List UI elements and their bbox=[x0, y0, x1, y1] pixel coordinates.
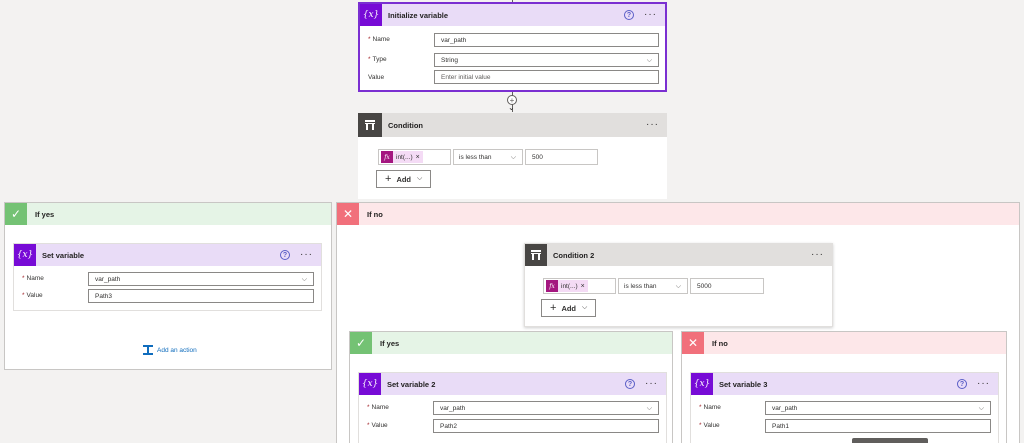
help-icon[interactable]: ? bbox=[625, 379, 635, 389]
nested-if-yes-header[interactable]: ✓ If yes bbox=[350, 332, 672, 354]
chevron-down-icon: ⌵ bbox=[301, 276, 307, 283]
chevron-down-icon: ⌵ bbox=[675, 283, 681, 290]
more-options-icon[interactable]: ··· bbox=[646, 120, 659, 130]
card-title: Set variable bbox=[42, 250, 85, 260]
expression-token[interactable]: fx int(...) × bbox=[381, 151, 423, 163]
type-dropdown[interactable]: String ⌵ bbox=[434, 53, 659, 67]
fx-icon: fx bbox=[546, 280, 558, 292]
name-dropdown[interactable]: var_path ⌵ bbox=[765, 401, 991, 415]
chevron-down-icon: ⌵ bbox=[978, 405, 984, 412]
name-dropdown[interactable]: var_path ⌵ bbox=[433, 401, 659, 415]
if-yes-branch: ✓ If yes {x} Set variable ? ··· * Name va… bbox=[4, 202, 332, 370]
condition-body bbox=[358, 137, 667, 199]
card-title: Set variable 3 bbox=[719, 379, 768, 389]
set-variable-2-header[interactable]: {x} Set variable 2 ? ··· bbox=[359, 373, 666, 395]
condition-left-operand[interactable]: fx int(...) × bbox=[378, 149, 451, 165]
chevron-down-icon: ⌵ bbox=[510, 154, 516, 161]
condition-right-operand[interactable]: 5000 bbox=[690, 278, 764, 294]
curly-x-icon: {x} bbox=[359, 373, 381, 395]
nested-if-no-title: If no bbox=[712, 338, 728, 348]
initialize-variable-card[interactable]: {x} Initialize variable ? ··· * Name var_… bbox=[358, 2, 667, 92]
initialize-variable-header[interactable]: {x} Initialize variable ? ··· bbox=[360, 4, 665, 26]
more-options-icon[interactable]: ··· bbox=[644, 10, 657, 20]
curly-x-icon: {x} bbox=[691, 373, 713, 395]
condition-2-header[interactable]: Condition 2 ··· bbox=[525, 244, 832, 266]
set-variable-2-card[interactable]: {x} Set variable 2 ? ··· * Name var_path ⌵… bbox=[358, 372, 667, 443]
chevron-down-icon: ⌵ bbox=[417, 175, 423, 182]
value-input[interactable]: Path2 bbox=[433, 419, 659, 433]
add-condition-button[interactable]: + Add ⌵ bbox=[541, 299, 597, 317]
nested-if-yes-title: If yes bbox=[380, 338, 400, 348]
condition-2-card[interactable]: Condition 2 ··· fx int(...) × is less th… bbox=[524, 243, 833, 327]
condition-title: Condition bbox=[388, 120, 423, 130]
token-label: int(...) bbox=[396, 153, 413, 161]
tooltip-fragment bbox=[852, 438, 928, 443]
condition-icon bbox=[525, 244, 547, 266]
fx-icon: fx bbox=[381, 151, 393, 163]
plus-icon: + bbox=[385, 173, 392, 185]
curly-x-icon: {x} bbox=[360, 4, 382, 26]
arrow-down-icon: ⌄ bbox=[508, 103, 515, 112]
curly-x-icon: {x} bbox=[14, 244, 36, 266]
help-icon[interactable]: ? bbox=[280, 250, 290, 260]
condition-icon bbox=[358, 113, 382, 137]
operator-dropdown[interactable]: is less than ⌵ bbox=[618, 278, 688, 294]
more-options-icon[interactable]: ··· bbox=[300, 250, 313, 260]
add-condition-button[interactable]: + Add ⌵ bbox=[376, 170, 432, 188]
value-label: Value bbox=[368, 74, 385, 81]
checkmark-icon: ✓ bbox=[350, 332, 372, 354]
if-no-title: If no bbox=[367, 209, 383, 219]
add-an-action-button[interactable]: Add an action bbox=[143, 345, 197, 355]
operator-dropdown[interactable]: is less than ⌵ bbox=[453, 149, 523, 165]
condition-right-operand[interactable]: 500 bbox=[525, 149, 598, 165]
if-no-branch: ✕ If no Condition 2 ··· fx int(...) × is… bbox=[336, 202, 1020, 443]
value-label: * Value bbox=[699, 422, 720, 429]
value-input[interactable]: Enter initial value bbox=[434, 70, 659, 84]
if-no-header[interactable]: ✕ If no bbox=[337, 203, 1019, 225]
condition-left-operand[interactable]: fx int(...) × bbox=[543, 278, 616, 294]
condition-card[interactable]: Condition ··· fx int(...) × is less than… bbox=[358, 113, 667, 199]
more-options-icon[interactable]: ··· bbox=[811, 250, 824, 260]
close-icon: ✕ bbox=[682, 332, 704, 354]
close-icon: ✕ bbox=[337, 203, 359, 225]
name-label: * Name bbox=[699, 404, 721, 411]
expression-token[interactable]: fx int(...) × bbox=[546, 280, 588, 292]
nested-if-no-header[interactable]: ✕ If no bbox=[682, 332, 1006, 354]
token-label: int(...) bbox=[561, 282, 578, 290]
value-input[interactable]: Path1 bbox=[765, 419, 991, 433]
nested-if-yes-branch: ✓ If yes {x} Set variable 2 ? ··· * Name … bbox=[349, 331, 673, 443]
card-title: Initialize variable bbox=[388, 10, 449, 20]
if-yes-header[interactable]: ✓ If yes bbox=[5, 203, 331, 225]
help-icon[interactable]: ? bbox=[957, 379, 967, 389]
add-action-icon bbox=[143, 345, 153, 355]
remove-token-icon[interactable]: × bbox=[416, 154, 423, 161]
name-dropdown[interactable]: var_path ⌵ bbox=[88, 272, 314, 286]
checkmark-icon: ✓ bbox=[5, 203, 27, 225]
value-label: * Value bbox=[367, 422, 388, 429]
remove-token-icon[interactable]: × bbox=[581, 283, 588, 290]
value-label: * Value bbox=[22, 292, 43, 299]
chevron-down-icon: ⌵ bbox=[582, 304, 588, 311]
type-label: * Type bbox=[368, 56, 387, 63]
more-options-icon[interactable]: ··· bbox=[977, 379, 990, 389]
if-yes-title: If yes bbox=[35, 209, 55, 219]
plus-icon: + bbox=[550, 302, 557, 314]
set-variable-card[interactable]: {x} Set variable ? ··· * Name var_path ⌵ *… bbox=[13, 243, 322, 311]
set-variable-3-card[interactable]: {x} Set variable 3 ? ··· * Name var_path ⌵… bbox=[690, 372, 999, 443]
chevron-down-icon: ⌵ bbox=[646, 405, 652, 412]
value-input[interactable]: Path3 bbox=[88, 289, 314, 303]
name-label: * Name bbox=[367, 404, 389, 411]
set-variable-3-header[interactable]: {x} Set variable 3 ? ··· bbox=[691, 373, 998, 395]
more-options-icon[interactable]: ··· bbox=[645, 379, 658, 389]
name-input[interactable]: var_path bbox=[434, 33, 659, 47]
set-variable-header[interactable]: {x} Set variable ? ··· bbox=[14, 244, 321, 266]
name-label: * Name bbox=[368, 36, 390, 43]
name-label: * Name bbox=[22, 275, 44, 282]
card-title: Set variable 2 bbox=[387, 379, 436, 389]
help-icon[interactable]: ? bbox=[624, 10, 634, 20]
chevron-down-icon: ⌵ bbox=[646, 57, 652, 64]
condition-2-title: Condition 2 bbox=[553, 250, 595, 260]
nested-if-no-branch: ✕ If no {x} Set variable 3 ? ··· * Name v… bbox=[681, 331, 1007, 443]
condition-header[interactable]: Condition ··· bbox=[358, 113, 667, 137]
